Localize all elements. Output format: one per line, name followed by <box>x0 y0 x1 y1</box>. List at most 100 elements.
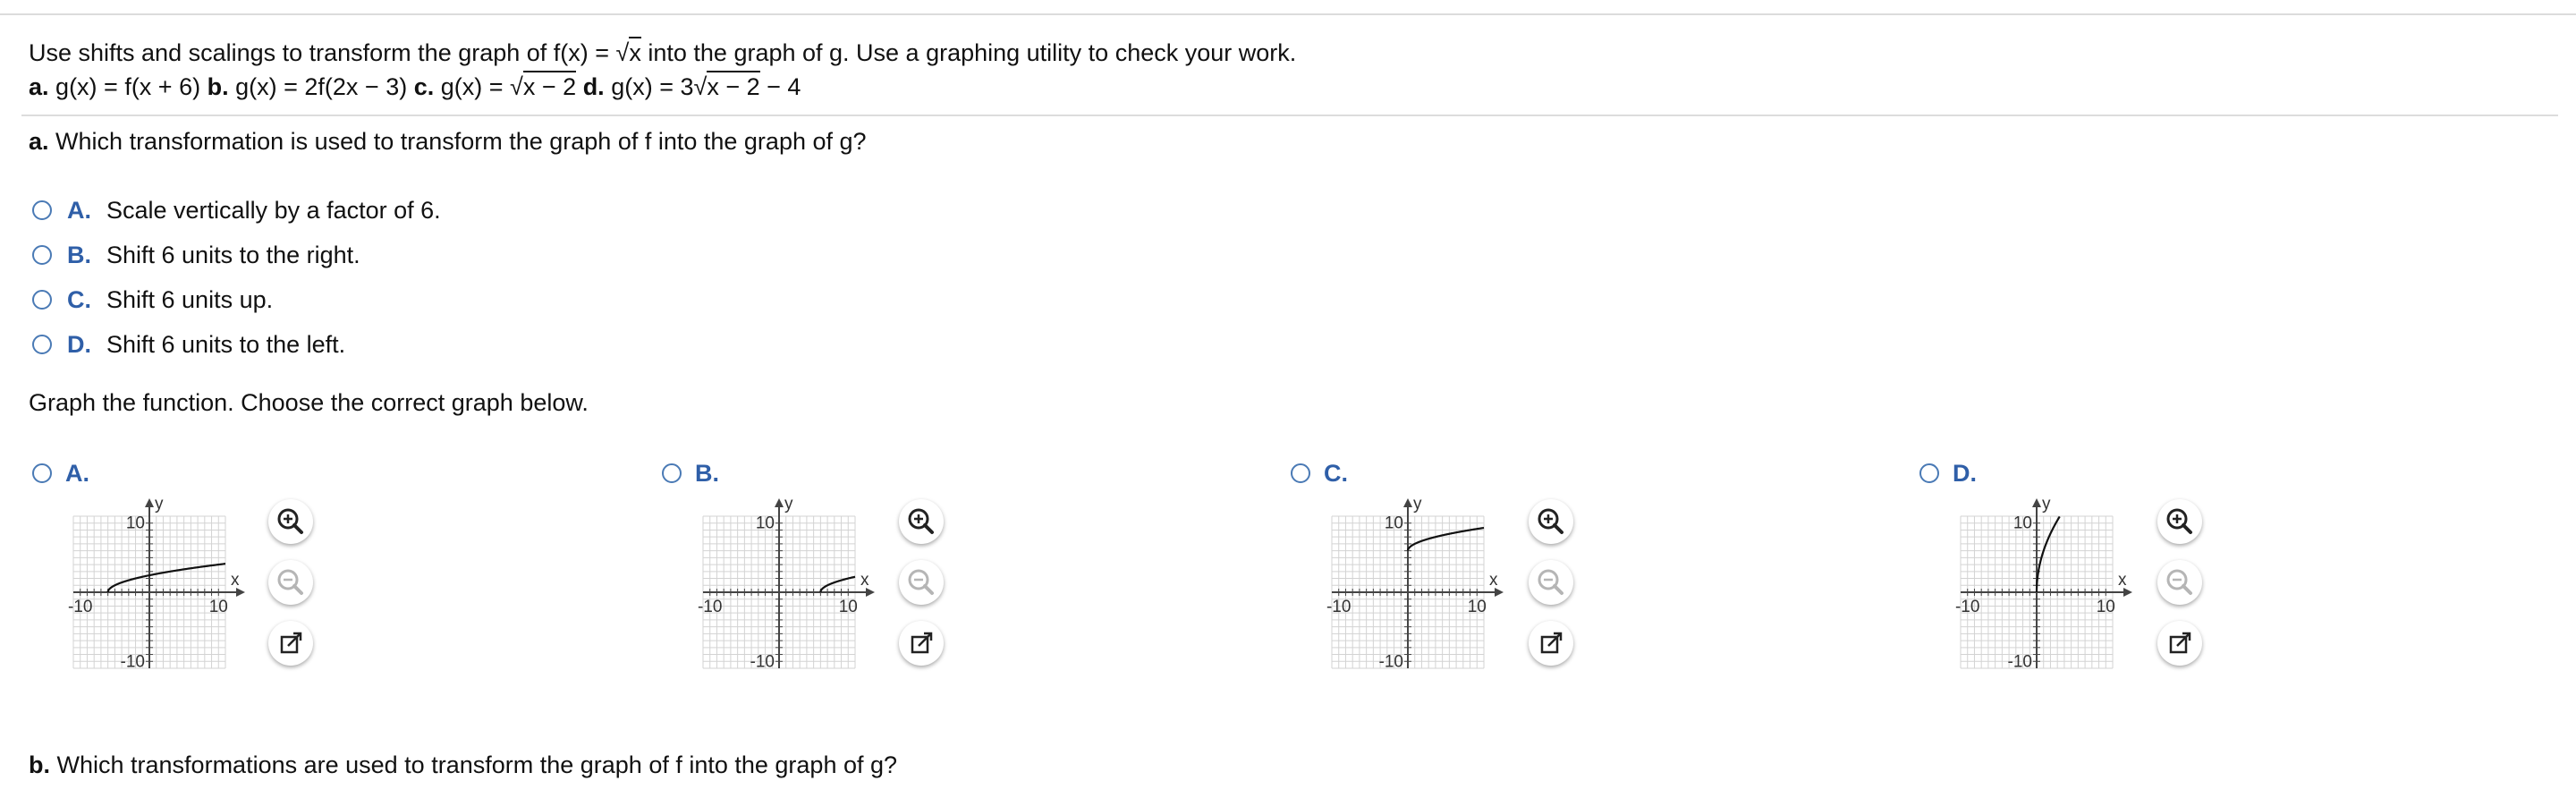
graph-d-zoom-in-button[interactable] <box>2157 499 2202 544</box>
zoom-in-icon <box>277 508 303 534</box>
y-tick-label-max: 10 <box>1385 514 1403 533</box>
graph-option-d-letter: D. <box>1953 460 1977 487</box>
graph-b-open-button[interactable] <box>899 621 944 666</box>
subpart-d-label: d. <box>582 73 605 100</box>
graph-prompt: Graph the function. Choose the correct g… <box>29 389 589 416</box>
y-axis-label: y <box>784 497 793 514</box>
graph-option-c-radio[interactable] <box>1291 463 1310 483</box>
x-axis-label: x <box>2118 571 2127 590</box>
graph-d: -10 10 10 -10 x y <box>1955 497 2132 671</box>
y-axis-arrow <box>145 498 154 507</box>
sqrt-symbol: √ <box>510 73 523 100</box>
option-d-letter: D. <box>67 331 91 358</box>
subpart-b-expr: g(x) = 2f(2x − 3) <box>235 73 408 100</box>
part-b-question-text: Which transformations are used to transf… <box>56 751 898 778</box>
subpart-d-expr: g(x) = 3 <box>611 73 694 100</box>
x-tick-label-max: 10 <box>839 598 858 616</box>
open-external-icon <box>1540 632 1563 654</box>
graph-a: -10 10 10 -10 x y <box>68 497 245 671</box>
x-tick-label-min: -10 <box>698 598 722 616</box>
graph-b: -10 10 10 -10 x y <box>698 497 875 671</box>
option-c-letter: C. <box>67 286 91 313</box>
part-b-label: b. <box>29 751 50 778</box>
option-a-radio[interactable] <box>32 200 52 220</box>
open-external-icon <box>2169 632 2191 654</box>
x-tick-label-min: -10 <box>68 598 92 616</box>
y-axis-label: y <box>155 497 164 514</box>
option-b-letter: B. <box>67 242 91 268</box>
sqrt-symbol: √ <box>693 73 708 100</box>
x-tick-label-max: 10 <box>1468 598 1487 616</box>
part-a-question: a. Which transformation is used to trans… <box>29 126 867 157</box>
open-external-icon <box>911 632 933 654</box>
graph-d-zoom-out-button[interactable] <box>2157 560 2202 605</box>
problem-intro: Use shifts and scalings to transform the… <box>29 39 616 66</box>
graph-c-zoom-in-button[interactable] <box>1529 499 1573 544</box>
graph-d-open-button[interactable] <box>2157 621 2202 666</box>
subpart-c-label: c. <box>413 73 435 100</box>
graph-c-open-button[interactable] <box>1529 621 1573 666</box>
x-axis-label: x <box>860 571 869 590</box>
graph-option-d-radio[interactable] <box>1919 463 1939 483</box>
x-tick-label-max: 10 <box>209 598 228 616</box>
subpart-d-radicand: x − 2 <box>707 71 760 100</box>
graph-a-zoom-in-button[interactable] <box>268 499 313 544</box>
option-a-text: Scale vertically by a factor of 6. <box>106 197 441 224</box>
graph-b-zoom-in-button[interactable] <box>899 499 944 544</box>
subpart-b-label: b. <box>207 73 229 100</box>
problem-line-1: Use shifts and scalings to transform the… <box>29 37 1297 68</box>
y-tick-label-max: 10 <box>2013 514 2032 533</box>
y-tick-label-min: -10 <box>750 652 775 671</box>
x-axis-label: x <box>231 571 240 590</box>
part-a-question-text: Which transformation is used to transfor… <box>55 128 867 155</box>
sqrt-symbol: √ <box>615 39 630 66</box>
graph-option-c-letter: C. <box>1324 460 1348 487</box>
zoom-out-icon <box>1538 569 1563 595</box>
y-axis-label: y <box>1413 497 1422 514</box>
zoom-out-icon <box>277 569 303 595</box>
zoom-in-icon <box>1538 508 1563 534</box>
y-axis-arrow <box>775 498 784 507</box>
x-tick-label-min: -10 <box>1326 598 1351 616</box>
subpart-a-expr: g(x) = f(x + 6) <box>55 73 201 100</box>
y-axis-arrow <box>1403 498 1412 507</box>
x-axis-label: x <box>1489 571 1498 590</box>
problem-line-2: a. g(x) = f(x + 6) b. g(x) = 2f(2x − 3) … <box>29 71 801 102</box>
graph-c-zoom-out-button[interactable] <box>1529 560 1573 605</box>
graph-option-a-letter: A. <box>65 460 89 487</box>
part-a-label: a. <box>29 128 49 155</box>
zoom-out-icon <box>908 569 934 595</box>
option-d-radio[interactable] <box>32 335 52 354</box>
problem-intro-end: into the graph of g. Use a graphing util… <box>640 39 1297 66</box>
option-b-radio[interactable] <box>32 245 52 265</box>
top-divider <box>0 13 2576 15</box>
y-axis-arrow <box>2032 498 2041 507</box>
y-tick-label-min: -10 <box>1379 652 1403 671</box>
subpart-c-expr: g(x) = <box>440 73 511 100</box>
y-axis-label: y <box>2042 497 2051 514</box>
option-c-radio[interactable] <box>32 290 52 310</box>
graph-b-zoom-out-button[interactable] <box>899 560 944 605</box>
y-tick-label-min: -10 <box>121 652 145 671</box>
option-b-text: Shift 6 units to the right. <box>106 242 360 268</box>
subpart-c-radicand: x − 2 <box>522 71 577 100</box>
option-d-text: Shift 6 units to the left. <box>106 331 346 358</box>
subpart-d-expr-end: − 4 <box>759 73 801 100</box>
graph-option-a-radio[interactable] <box>32 463 52 483</box>
graph-c: -10 10 10 -10 x y <box>1326 497 1504 671</box>
graph-option-b-letter: B. <box>695 460 719 487</box>
option-a-letter: A. <box>67 197 91 224</box>
zoom-in-icon <box>908 508 934 534</box>
x-tick-label-min: -10 <box>1955 598 1979 616</box>
option-c-text: Shift 6 units up. <box>106 286 274 313</box>
sqrt-radicand: x <box>629 37 641 66</box>
open-external-icon <box>280 632 302 654</box>
graph-option-b-radio[interactable] <box>662 463 682 483</box>
y-tick-label-max: 10 <box>126 514 145 533</box>
subpart-a-label: a. <box>29 73 49 100</box>
graph-a-zoom-out-button[interactable] <box>268 560 313 605</box>
graph-a-open-button[interactable] <box>268 621 313 666</box>
part-b-question: b. Which transformations are used to tra… <box>29 750 897 780</box>
problem-divider <box>21 115 2558 116</box>
x-tick-label-max: 10 <box>2097 598 2115 616</box>
